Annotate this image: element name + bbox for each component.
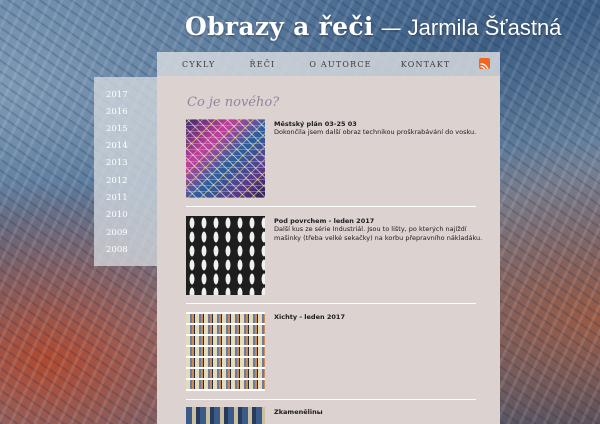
section-title: Co je nového? xyxy=(187,95,280,110)
rss-icon[interactable] xyxy=(479,58,490,69)
sidebar-year-2011[interactable]: 2011 xyxy=(106,193,128,203)
sidebar-year-2008[interactable]: 2008 xyxy=(106,245,128,255)
post-title[interactable]: Pod povrchem - leden 2017 xyxy=(274,217,374,225)
post-thumbnail[interactable] xyxy=(186,216,265,295)
post-divider xyxy=(186,206,476,207)
post-divider xyxy=(186,399,476,400)
post-title[interactable]: Zkamenělinы xyxy=(274,408,323,416)
site-header[interactable]: Obrazy a řeči — Jarmila Šťastná xyxy=(185,12,561,46)
nav-item-about[interactable]: O autorce xyxy=(309,60,371,69)
author-name: Jarmila Šťastná xyxy=(407,15,562,40)
sidebar-year-2013[interactable]: 2013 xyxy=(106,158,128,168)
post-excerpt: Další kus ze série Industriál. Jsou to l… xyxy=(274,225,483,242)
sidebar-year-2014[interactable]: 2014 xyxy=(106,141,128,151)
year-sidebar: 2017 2016 2015 2014 2013 2012 2011 2010 … xyxy=(94,77,157,266)
main-nav: Cykly Řeči O autorce Kontakt xyxy=(157,52,500,76)
sidebar-year-2009[interactable]: 2009 xyxy=(106,228,128,238)
sidebar-year-2012[interactable]: 2012 xyxy=(106,176,128,186)
sidebar-year-2015[interactable]: 2015 xyxy=(106,124,128,134)
post-excerpt: Dokončila jsem další obraz technikou pro… xyxy=(274,128,477,136)
title-dash: — xyxy=(380,16,402,40)
main-content: Co je nového? Městský plán 03-25 03 Doko… xyxy=(157,76,500,424)
post-title[interactable]: Xichty - leden 2017 xyxy=(274,313,345,321)
nav-item-contact[interactable]: Kontakt xyxy=(401,60,451,69)
post-divider xyxy=(186,303,476,304)
post-thumbnail[interactable] xyxy=(186,407,265,424)
sidebar-year-2016[interactable]: 2016 xyxy=(106,107,128,117)
post-title[interactable]: Městský plán 03-25 03 xyxy=(274,120,357,128)
site-name[interactable]: Obrazy a řeči xyxy=(185,12,374,41)
sidebar-year-2017[interactable]: 2017 xyxy=(106,90,128,100)
post-thumbnail[interactable] xyxy=(186,312,265,391)
nav-item-words[interactable]: Řeči xyxy=(249,60,275,69)
post-thumbnail[interactable] xyxy=(186,119,265,198)
nav-item-cycles[interactable]: Cykly xyxy=(182,60,215,69)
sidebar-year-2010[interactable]: 2010 xyxy=(106,210,128,220)
